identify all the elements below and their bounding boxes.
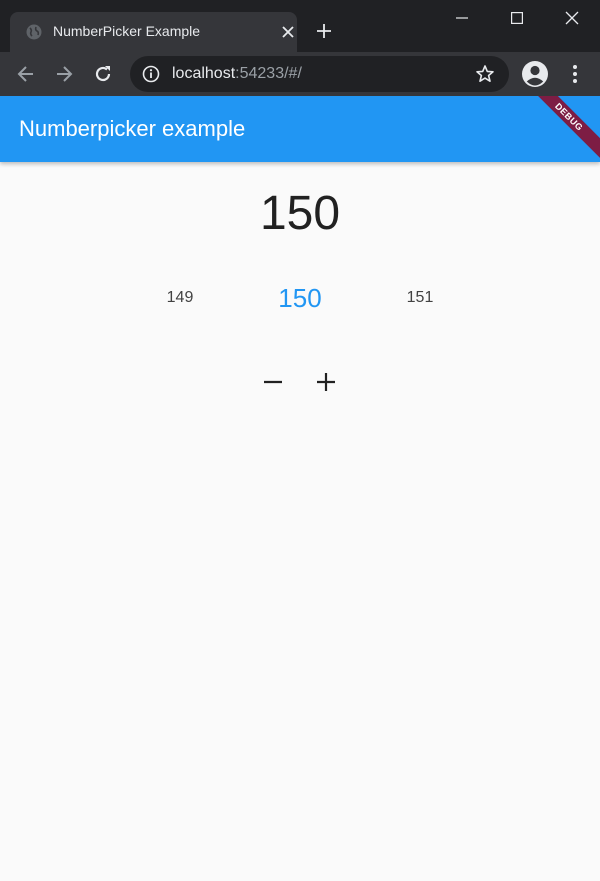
minus-icon: [263, 372, 283, 397]
browser-toolbar: localhost:54233/#/: [0, 52, 600, 96]
decrement-button[interactable]: [257, 368, 289, 400]
picker-selected-value[interactable]: 150: [240, 276, 360, 320]
arrow-right-icon[interactable]: [52, 62, 76, 86]
plus-icon[interactable]: [313, 20, 335, 42]
globe-icon: [26, 24, 42, 40]
star-icon[interactable]: [475, 64, 495, 84]
account-icon[interactable]: [521, 60, 549, 88]
url-path: :54233/#/: [235, 65, 302, 82]
app-viewport: Numberpicker example DEBUG 150 149 150 1…: [0, 96, 600, 881]
maximize-icon[interactable]: [494, 0, 540, 36]
picker-previous-value[interactable]: 149: [120, 276, 240, 320]
arrow-left-icon[interactable]: [14, 62, 38, 86]
reload-icon[interactable]: [91, 62, 115, 86]
increment-button[interactable]: [310, 368, 342, 400]
tab-title: NumberPicker Example: [53, 23, 201, 39]
url-host: localhost: [172, 65, 236, 82]
page-title: Numberpicker example: [19, 116, 246, 141]
address-bar[interactable]: localhost:54233/#/: [130, 56, 509, 92]
close-window-icon[interactable]: [549, 0, 595, 36]
info-icon[interactable]: [142, 65, 160, 83]
current-value: 150: [259, 187, 341, 240]
plus-icon: [316, 372, 336, 397]
browser-tabstrip: NumberPicker Example: [0, 0, 600, 52]
browser-tab[interactable]: NumberPicker Example: [10, 12, 297, 52]
number-picker[interactable]: 149 150 151: [120, 276, 480, 320]
minimize-icon[interactable]: [439, 0, 485, 36]
app-bar: Numberpicker example: [0, 96, 600, 162]
close-icon[interactable]: [279, 23, 297, 41]
kebab-icon[interactable]: [563, 62, 587, 86]
url-text: localhost:54233/#/: [172, 65, 302, 83]
picker-next-value[interactable]: 151: [360, 276, 480, 320]
